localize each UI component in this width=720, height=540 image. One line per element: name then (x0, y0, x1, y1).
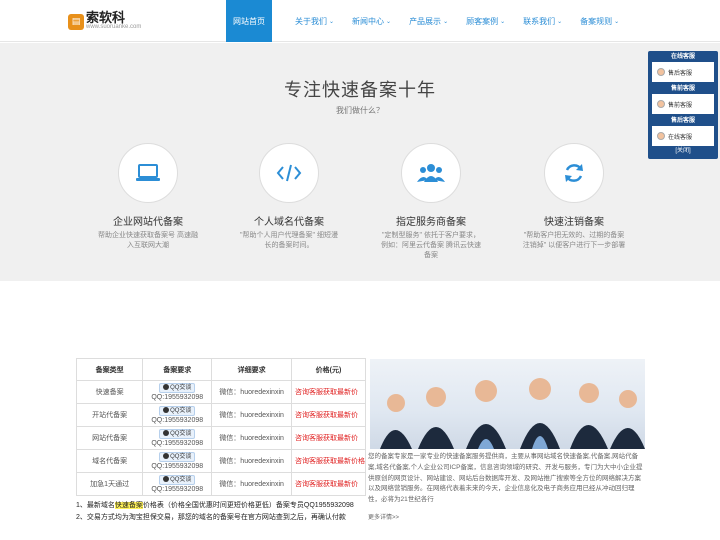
about-text: 您的备案专家是一家专业的快速备案服务提供商，主要从事网站域名快速备案,代备案,网… (368, 453, 643, 504)
cell-wechat: 微信：huoredexinxin (211, 380, 292, 404)
qq-penguin-icon (163, 406, 170, 413)
logo-sub: www.suoruanke.com (86, 24, 142, 30)
service-card-personal[interactable]: 个人域名代备案 "帮助个人用户代理备案" 细短漫长的备案时间。 (229, 143, 349, 251)
cell-price: 咨询客服获取最新价 (291, 472, 366, 496)
table-row: 域名代备案 QQ交谈 QQ:1955932098 微信：huoredexinxin… (75, 449, 366, 473)
cell-qq: QQ:1955932098 (151, 416, 204, 424)
cell-qq: QQ:1955932098 (151, 439, 204, 447)
cell-wechat: 微信：huoredexinxin (211, 472, 292, 496)
users-icon (401, 143, 461, 203)
qq-chat-button[interactable]: QQ交谈 (159, 474, 196, 485)
qq-chat-button[interactable]: QQ交谈 (159, 382, 196, 393)
note-line-2: 2、交易方式均为淘宝担保交易，那您的域名的备案号在官方网站查到之后，再确认付款 (76, 514, 346, 521)
panel-section-title: 售前客服 (670, 86, 695, 92)
hero-title: 专注快速备案十年 (284, 80, 436, 100)
cell-qq: QQ:1955932098 (151, 462, 204, 470)
table-row: 开站代备案 QQ交谈 QQ:1955932098 微信：huoredexinxin… (75, 403, 366, 427)
qq-penguin-icon (163, 429, 170, 436)
table-row: 网站代备案 QQ交谈 QQ:1955932098 微信：huoredexinxin… (75, 426, 366, 450)
service-title: 快速注销备案 (544, 217, 604, 228)
cell-price: 咨询客服获取最新价 (291, 426, 366, 450)
cell-wechat: 微信：huoredexinxin (211, 426, 292, 450)
service-contact[interactable]: 售前客服 (652, 94, 714, 114)
avatar-icon (657, 100, 665, 108)
cell-type: 开站代备案 (75, 403, 144, 427)
close-button[interactable]: [关闭] (650, 146, 716, 156)
service-title: 个人域名代备案 (254, 217, 324, 228)
nav-about[interactable]: 关于我们 ⌄ (286, 0, 343, 42)
hero-subtitle: 我们做什么？ (336, 106, 384, 115)
more-link[interactable]: 更多详情>> (368, 512, 399, 521)
chevron-down-icon: ⌄ (386, 18, 392, 25)
nav-rules[interactable]: 备案规则 ⌄ (571, 0, 628, 42)
panel-section-title: 在线客服 (670, 54, 695, 60)
service-card-enterprise[interactable]: 企业网站代备案 帮助企业快速获取备案号 高速融入互联网大潮 (88, 143, 208, 251)
col-requirement: 备案要求 (142, 358, 213, 381)
service-title: 企业网站代备案 (113, 217, 183, 228)
service-card-provider[interactable]: 指定服务商备案 "定制型服务" 依托于客户要求，例如：阿里云代备案 腾讯云快速备… (371, 143, 491, 261)
team-photo (370, 359, 645, 449)
highlight-text: 快速备案 (114, 502, 143, 509)
cell-qq: QQ:1955932098 (151, 485, 204, 493)
qq-chat-button[interactable]: QQ交谈 (159, 428, 196, 439)
price-table: 备案类型 备案要求 详细要求 价格(元) 快速备案 QQ交谈 QQ:1955932… (75, 358, 366, 496)
chevron-down-icon: ⌄ (614, 18, 620, 25)
cell-type: 域名代备案 (75, 449, 144, 473)
logo-mark-icon: ▤ (68, 13, 84, 30)
table-header-row: 备案类型 备案要求 详细要求 价格(元) (75, 358, 366, 381)
cell-price: 咨询客服获取最新价 (291, 380, 366, 404)
logo-text: 索软科 (86, 10, 126, 25)
nav-products[interactable]: 产品展示 ⌄ (400, 0, 457, 42)
customer-service-panel: 在线客服 售后客服 售前客服 售前客服 售后客服 在线客服 [关闭] (648, 51, 718, 159)
qq-chat-button[interactable]: QQ交谈 (159, 405, 196, 416)
price-notes: 1、最新域名快速备案价格表（价格全国优惠时间更短价格更低）备案专员QQ19559… (76, 500, 354, 524)
cell-wechat: 微信：huoredexinxin (211, 449, 292, 473)
qq-penguin-icon (163, 452, 170, 459)
logo[interactable]: ▤ 索软科 www.suoruanke.com (68, 10, 142, 31)
service-desc: "定制型服务" 依托于客户要求，例如：阿里云代备案 腾讯云快速备案 (381, 232, 481, 259)
cell-price: 咨询客服获取最新价 (291, 403, 366, 427)
service-desc: "帮助个人用户代理备案" 细短漫长的备案时间。 (240, 232, 338, 249)
table-row: 快速备案 QQ交谈 QQ:1955932098 微信：huoredexinxin … (75, 380, 366, 404)
chevron-down-icon: ⌄ (557, 18, 563, 25)
code-icon (259, 143, 319, 203)
col-detail: 详细要求 (211, 358, 292, 381)
table-row: 加急1天通过 QQ交谈 QQ:1955932098 微信：huoredexinxi… (75, 472, 366, 496)
main-nav: 网站首页 关于我们 ⌄ 新闻中心 ⌄ 产品展示 ⌄ 顾客案例 ⌄ 联系我们 ⌄ 备案规则 ⌄ (226, 0, 628, 42)
cell-price: 咨询客服获取最新价格 (291, 449, 366, 473)
service-title: 指定服务商备案 (396, 217, 466, 228)
qq-penguin-icon (163, 383, 170, 390)
header: ▤ 索软科 www.suoruanke.com 网站首页 关于我们 ⌄ 新闻中心 ⌄… (0, 0, 720, 42)
cell-type: 快速备案 (75, 380, 144, 404)
avatar-icon (657, 132, 665, 140)
qq-penguin-icon (163, 475, 170, 482)
col-price: 价格(元) (291, 358, 366, 381)
cell-type: 网站代备案 (75, 426, 144, 450)
cell-type: 加急1天通过 (75, 472, 144, 496)
qq-chat-button[interactable]: QQ交谈 (159, 451, 196, 462)
col-type: 备案类型 (75, 358, 144, 381)
service-card-cancel[interactable]: 快速注销备案 "帮助客户把无效的、过期的备案注销掉" 以便客户进行下一步部署 (514, 143, 634, 251)
nav-news[interactable]: 新闻中心 ⌄ (343, 0, 400, 42)
panel-section-title: 售后客服 (670, 118, 695, 124)
nav-home[interactable]: 网站首页 (226, 0, 272, 42)
service-contact[interactable]: 在线客服 (652, 126, 714, 146)
chevron-down-icon: ⌄ (500, 18, 506, 25)
refresh-icon (544, 143, 604, 203)
avatar-icon (657, 68, 665, 76)
nav-contact[interactable]: 联系我们 ⌄ (514, 0, 571, 42)
cell-wechat: 微信：huoredexinxin (211, 403, 292, 427)
laptop-icon (118, 143, 178, 203)
cell-qq: QQ:1955932098 (151, 393, 204, 401)
services-section: 专注快速备案十年 我们做什么？ 企业网站代备案 帮助企业快速获取备案号 高速融入… (0, 43, 720, 281)
service-contact[interactable]: 售后客服 (652, 62, 714, 82)
chevron-down-icon: ⌄ (443, 18, 449, 25)
service-desc: "帮助客户把无效的、过期的备案注销掉" 以便客户进行下一步部署 (522, 232, 626, 249)
chevron-down-icon: ⌄ (329, 18, 335, 25)
nav-cases[interactable]: 顾客案例 ⌄ (457, 0, 514, 42)
service-desc: 帮助企业快速获取备案号 高速融入互联网大潮 (98, 232, 198, 249)
note-line-1: 1、最新域名快速备案价格表（价格全国优惠时间更短价格更低）备案专员QQ19559… (76, 502, 354, 509)
